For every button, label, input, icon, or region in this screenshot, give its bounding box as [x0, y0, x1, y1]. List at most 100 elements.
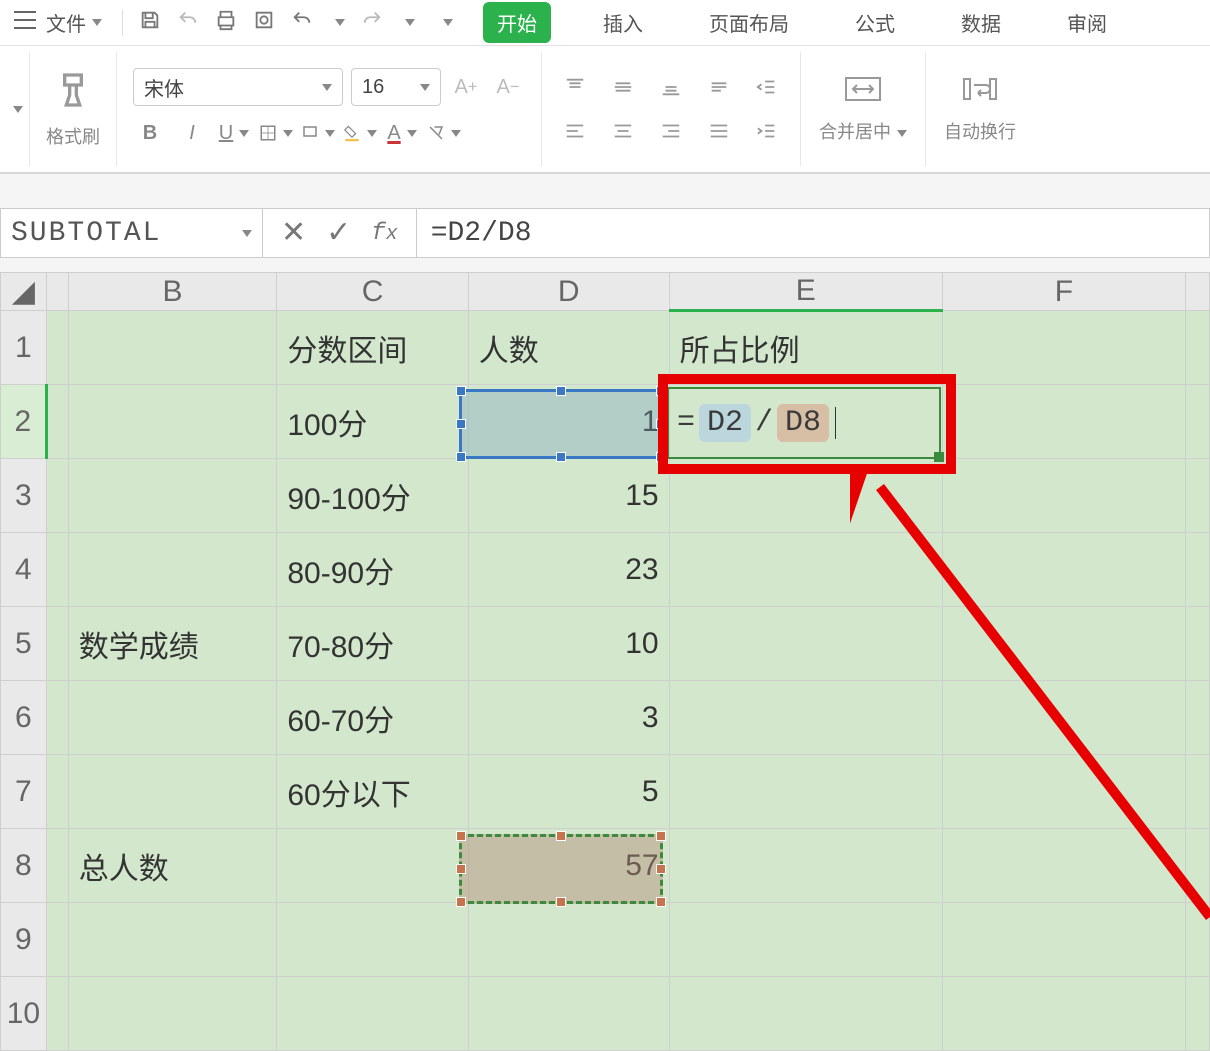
col-header-e[interactable]: E — [669, 273, 942, 311]
cell-c5[interactable]: 70-80分 — [277, 607, 468, 681]
align-bottom-icon[interactable] — [654, 70, 688, 104]
paste-dropdown[interactable] — [0, 52, 30, 166]
wrap-text-label: 自动换行 — [944, 118, 1016, 144]
print-icon[interactable] — [215, 9, 237, 37]
decrease-indent-icon[interactable] — [750, 70, 784, 104]
save-icon[interactable] — [139, 9, 161, 37]
cell-b5[interactable]: 数学成绩 — [68, 607, 277, 681]
print-preview-icon[interactable] — [253, 9, 275, 37]
hamburger-icon — [14, 11, 36, 35]
cell-c3[interactable]: 90-100分 — [277, 459, 468, 533]
cell-c7[interactable]: 60分以下 — [277, 755, 468, 829]
wrap-text-group[interactable]: 自动换行 — [926, 52, 1034, 166]
tab-home[interactable]: 开始 — [483, 2, 551, 43]
row-header-1[interactable]: 1 — [1, 311, 47, 385]
spreadsheet-grid[interactable]: ◢ B C D E F 1 分数区间 人数 所占比例 2 100分 1 3 90… — [0, 272, 1210, 1051]
menu-bar: 文件 开始 插入 页面布局 公式 数据 审阅 — [0, 0, 1210, 46]
fill-color-button[interactable] — [343, 116, 377, 150]
tab-insert[interactable]: 插入 — [589, 2, 657, 43]
col-header-g[interactable] — [1186, 273, 1210, 311]
font-name-select[interactable]: 宋体 — [133, 68, 343, 106]
wrap-text-icon — [962, 74, 998, 112]
font-group: 宋体 16 A+ A− B I U A — [117, 52, 542, 166]
cancel-formula-icon[interactable]: ✕ — [281, 215, 306, 252]
chevron-down-icon[interactable] — [335, 19, 345, 26]
tab-formula[interactable]: 公式 — [841, 2, 909, 43]
col-header-a[interactable] — [46, 273, 68, 311]
col-header-c[interactable]: C — [277, 273, 468, 311]
borders-button[interactable] — [259, 116, 293, 150]
align-left-icon[interactable] — [558, 114, 592, 148]
col-header-f[interactable]: F — [942, 273, 1185, 311]
cell-d8[interactable]: 57 — [468, 829, 669, 903]
cell-d5[interactable]: 10 — [468, 607, 669, 681]
name-box[interactable]: SUBTOTAL — [1, 209, 263, 257]
increase-font-icon[interactable]: A+ — [449, 70, 483, 104]
chevron-down-icon — [322, 84, 332, 91]
row-header-2[interactable]: 2 — [1, 385, 47, 459]
cell-c1[interactable]: 分数区间 — [277, 311, 468, 385]
cell-d3[interactable]: 15 — [468, 459, 669, 533]
tab-data[interactable]: 数据 — [947, 2, 1015, 43]
separator — [122, 10, 123, 36]
align-middle-icon[interactable] — [606, 70, 640, 104]
increase-indent-icon[interactable] — [750, 114, 784, 148]
row-header-5[interactable]: 5 — [1, 607, 47, 681]
fill-cell-button[interactable] — [301, 116, 335, 150]
row-header-7[interactable]: 7 — [1, 755, 47, 829]
file-menu-label: 文件 — [46, 8, 86, 37]
justify-icon[interactable] — [702, 114, 736, 148]
redo-icon[interactable] — [361, 9, 383, 37]
clear-format-button[interactable] — [427, 116, 461, 150]
qat-customize-icon[interactable] — [443, 19, 453, 26]
font-name-value: 宋体 — [144, 73, 184, 102]
ribbon: 格式刷 宋体 16 A+ A− B I U — [0, 46, 1210, 174]
cell-d2[interactable]: 1 — [468, 385, 669, 459]
col-header-b[interactable]: B — [68, 273, 277, 311]
row-header-3[interactable]: 3 — [1, 459, 47, 533]
cell-c2[interactable]: 100分 — [277, 385, 468, 459]
merge-cells-icon — [845, 74, 881, 112]
tab-pagelayout[interactable]: 页面布局 — [695, 2, 803, 43]
row-header-4[interactable]: 4 — [1, 533, 47, 607]
file-menu[interactable]: 文件 — [0, 0, 116, 45]
ribbon-tabs: 开始 插入 页面布局 公式 数据 审阅 — [483, 2, 1121, 43]
align-top-icon[interactable] — [558, 70, 592, 104]
undo-last-icon[interactable] — [177, 9, 199, 37]
chevron-down-icon — [242, 230, 252, 237]
chevron-down-icon[interactable] — [405, 19, 415, 26]
font-size-select[interactable]: 16 — [351, 68, 441, 106]
font-size-value: 16 — [362, 76, 384, 99]
cell-d1[interactable]: 人数 — [468, 311, 669, 385]
align-center-icon[interactable] — [606, 114, 640, 148]
cell-c6[interactable]: 60-70分 — [277, 681, 468, 755]
row-header-10[interactable]: 10 — [1, 977, 47, 1051]
tab-review[interactable]: 审阅 — [1053, 2, 1121, 43]
formula-input[interactable]: =D2/D8 — [417, 218, 1209, 249]
italic-button[interactable]: I — [175, 116, 209, 150]
font-color-button[interactable]: A — [385, 116, 419, 150]
orientation-icon[interactable] — [702, 70, 736, 104]
select-all-corner[interactable]: ◢ — [1, 273, 47, 311]
row-header-8[interactable]: 8 — [1, 829, 47, 903]
bold-button[interactable]: B — [133, 116, 167, 150]
fx-icon[interactable]: fx — [371, 220, 397, 247]
align-right-icon[interactable] — [654, 114, 688, 148]
underline-button[interactable]: U — [217, 116, 251, 150]
cell-d6[interactable]: 3 — [468, 681, 669, 755]
cell-d4[interactable]: 23 — [468, 533, 669, 607]
format-painter-group[interactable]: 格式刷 — [30, 52, 117, 166]
row-header-6[interactable]: 6 — [1, 681, 47, 755]
merge-center-group[interactable]: 合并居中 — [801, 52, 926, 166]
accept-formula-icon[interactable]: ✓ — [326, 215, 351, 252]
undo-icon[interactable] — [291, 9, 313, 37]
cell-e1[interactable]: 所占比例 — [669, 311, 942, 385]
row-header-9[interactable]: 9 — [1, 903, 47, 977]
chevron-down-icon — [420, 84, 430, 91]
col-header-d[interactable]: D — [468, 273, 669, 311]
cell-c4[interactable]: 80-90分 — [277, 533, 468, 607]
decrease-font-icon[interactable]: A− — [491, 70, 525, 104]
cell-d7[interactable]: 5 — [468, 755, 669, 829]
cell-e2[interactable] — [669, 385, 942, 459]
cell-b8[interactable]: 总人数 — [68, 829, 277, 903]
